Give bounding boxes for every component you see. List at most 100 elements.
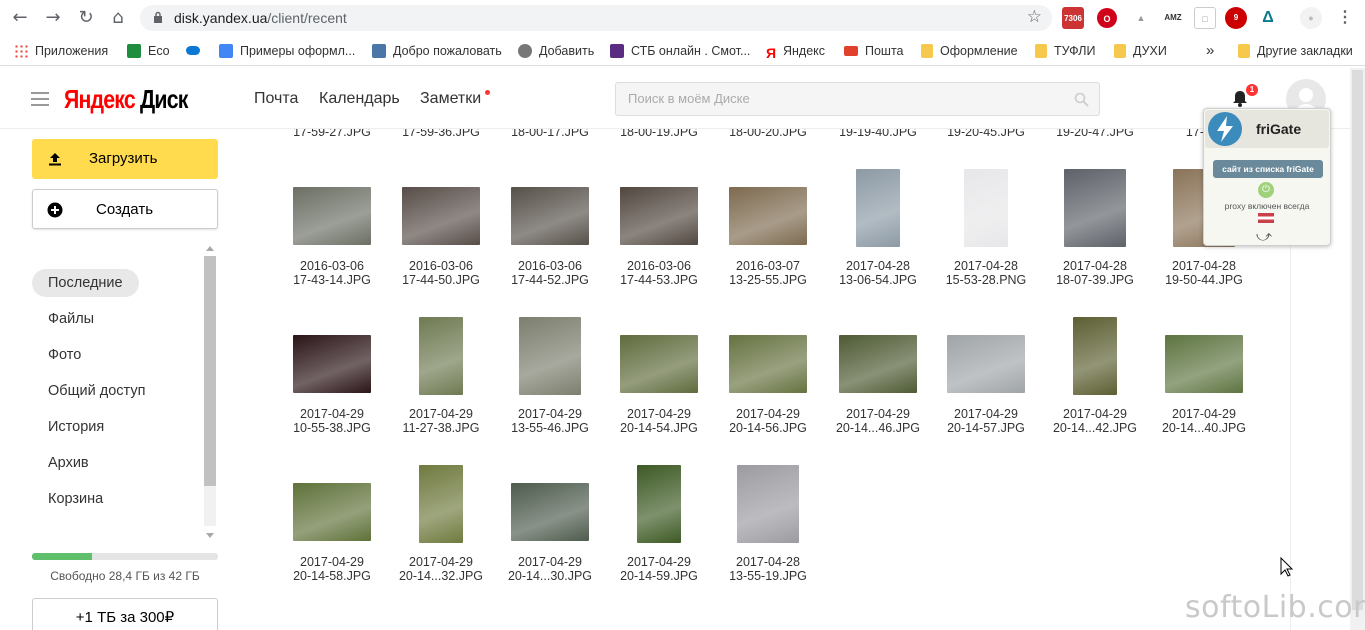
adblock-extension-icon[interactable]: 9 [1225, 7, 1247, 29]
file-item[interactable]: 2017-04-29 11-27-38.JPG [387, 407, 495, 435]
home-icon[interactable]: ⌂ [108, 8, 128, 28]
file-item[interactable]: 2017-04-29 20-14-56.JPG [714, 407, 822, 435]
nav-calendar-link[interactable]: Календарь [319, 90, 400, 108]
file-item[interactable]: 2017-04-29 20-14-54.JPG [605, 407, 713, 435]
file-thumbnail[interactable] [293, 335, 371, 393]
file-thumbnail[interactable] [1165, 335, 1243, 393]
sidebar-item-trash[interactable]: Корзина [32, 485, 119, 513]
address-bar[interactable]: disk.yandex.ua/client/recent ☆ [140, 5, 1052, 31]
file-item-partial[interactable]: 18-00-20.JPG [714, 129, 822, 139]
file-thumbnail[interactable] [419, 317, 463, 395]
file-item[interactable]: 2017-04-29 20-14-59.JPG [605, 555, 713, 583]
bookmark-docs[interactable]: Примеры оформл... [219, 42, 355, 60]
back-arrow-icon[interactable]: ← [10, 8, 30, 28]
file-item[interactable]: 2017-04-29 20-14-58.JPG [278, 555, 386, 583]
sidebar-item-shared[interactable]: Общий доступ [32, 377, 161, 405]
file-thumbnail[interactable] [856, 169, 900, 247]
file-item[interactable]: 2017-04-28 18-07-39.JPG [1041, 259, 1149, 287]
file-item[interactable]: 2016-03-06 17-44-52.JPG [496, 259, 604, 287]
file-item[interactable]: 2017-04-29 20-14-57.JPG [932, 407, 1040, 435]
upload-button[interactable]: Загрузить [32, 139, 218, 179]
promo-button[interactable]: +1 ТБ за 300₽ [32, 598, 218, 630]
search-input[interactable] [628, 91, 1068, 106]
yandex-disk-logo[interactable]: Яндекс Диск [64, 84, 188, 115]
file-item-partial[interactable]: 19-20-45.JPG [932, 129, 1040, 139]
file-thumbnail[interactable] [402, 187, 480, 245]
file-thumbnail[interactable] [637, 465, 681, 543]
file-thumbnail[interactable] [620, 335, 698, 393]
sidebar-item-files[interactable]: Файлы [32, 305, 110, 333]
sidebar-item-photo[interactable]: Фото [32, 341, 97, 369]
file-item[interactable]: 2016-03-06 17-44-53.JPG [605, 259, 713, 287]
search-box[interactable] [615, 82, 1100, 116]
file-thumbnail[interactable] [293, 187, 371, 245]
curved-arrow-icon[interactable]: ⤻ [1256, 227, 1272, 245]
file-thumbnail[interactable] [519, 317, 581, 395]
bookmark-other[interactable]: Другие закладки [1238, 42, 1353, 60]
file-thumbnail[interactable] [511, 187, 589, 245]
bookmark-mail[interactable]: Пошта [844, 42, 904, 60]
file-thumbnail[interactable] [729, 335, 807, 393]
page-extension-icon[interactable]: □ [1194, 7, 1216, 29]
bookmarks-overflow-button[interactable]: » [1206, 42, 1214, 60]
bookmark-folder-design[interactable]: Оформление [921, 42, 1018, 60]
profile-icon[interactable]: ● [1300, 7, 1322, 29]
file-thumbnail[interactable] [729, 187, 807, 245]
menu-dots-icon[interactable]: ⋮ [1334, 7, 1356, 29]
file-item[interactable]: 2017-04-29 13-55-46.JPG [496, 407, 604, 435]
power-icon[interactable]: ⏻ [1258, 182, 1274, 198]
bookmark-star-icon[interactable]: ☆ [1027, 7, 1042, 27]
file-item-partial[interactable]: 17-59-27.JPG [278, 129, 386, 139]
file-item[interactable]: 2017-04-29 10-55-38.JPG [278, 407, 386, 435]
file-item[interactable]: 2017-04-28 19-50-44.JPG [1150, 259, 1258, 287]
file-item[interactable]: 2017-04-28 15-53-28.PNG [932, 259, 1040, 287]
bookmark-apps[interactable]: Приложения [14, 42, 108, 60]
file-thumbnail[interactable] [511, 483, 589, 541]
nav-mail-link[interactable]: Почта [254, 90, 298, 108]
sidebar-item-recent[interactable]: Последние [32, 269, 139, 297]
file-item[interactable]: 2017-04-29 20-14...42.JPG [1041, 407, 1149, 435]
file-item-partial[interactable]: 19-20-47.JPG [1041, 129, 1149, 139]
bookmark-add[interactable]: Добавить [518, 42, 594, 60]
latvia-flag-icon[interactable] [1258, 213, 1274, 223]
file-thumbnail[interactable] [947, 335, 1025, 393]
file-thumbnail[interactable] [839, 335, 917, 393]
amz-extension-icon[interactable]: AMZ [1162, 7, 1184, 29]
bookmark-folder-shoes[interactable]: ТУФЛИ [1035, 42, 1095, 60]
bookmark-eco[interactable]: Eco [127, 42, 170, 60]
file-item-partial[interactable]: 18-00-17.JPG [496, 129, 604, 139]
file-thumbnail[interactable] [737, 465, 799, 543]
hamburger-menu-icon[interactable] [31, 92, 49, 106]
bookmark-onedrive[interactable] [186, 42, 207, 60]
search-icon[interactable] [1074, 92, 1089, 107]
bookmark-vk[interactable]: Добро пожаловать [372, 42, 502, 60]
file-item[interactable]: 2016-03-06 17-43-14.JPG [278, 259, 386, 287]
file-thumbnail[interactable] [419, 465, 463, 543]
file-thumbnail[interactable] [293, 483, 371, 541]
file-item[interactable]: 2017-04-29 20-14...46.JPG [824, 407, 932, 435]
file-thumbnail[interactable] [1073, 317, 1117, 395]
file-item[interactable]: 2017-04-29 20-14...30.JPG [496, 555, 604, 583]
delta-extension-icon[interactable]: Δ [1257, 7, 1279, 29]
file-thumbnail[interactable] [964, 169, 1008, 247]
file-item[interactable]: 2017-04-28 13-55-19.JPG [714, 555, 822, 583]
mail-extension-icon[interactable]: 7306 [1062, 7, 1084, 29]
forward-arrow-icon[interactable]: → [43, 8, 63, 28]
file-item[interactable]: 2017-04-28 13-06-54.JPG [824, 259, 932, 287]
file-item[interactable]: 2016-03-06 17-44-50.JPG [387, 259, 495, 287]
file-item-partial[interactable]: 17-59-36.JPG [387, 129, 495, 139]
sidebar-scrollbar[interactable] [203, 244, 217, 540]
file-thumbnail[interactable] [1064, 169, 1126, 247]
file-item-partial[interactable]: 19-19-40.JPG [824, 129, 932, 139]
page-scrollbar[interactable] [1350, 68, 1365, 630]
bookmark-yandex[interactable]: Я Яндекс [766, 42, 825, 60]
bookmark-folder-perfume[interactable]: ДУХИ [1114, 42, 1167, 60]
file-item-partial[interactable]: 18-00-19.JPG [605, 129, 713, 139]
reload-icon[interactable]: ↻ [76, 8, 96, 28]
sidebar-item-history[interactable]: История [32, 413, 120, 441]
nav-notes-link[interactable]: Заметки [420, 90, 481, 108]
file-item[interactable]: 2017-04-29 20-14...32.JPG [387, 555, 495, 583]
sidebar-item-archive[interactable]: Архив [32, 449, 105, 477]
create-button[interactable]: Создать [32, 189, 218, 229]
file-item[interactable]: 2016-03-07 13-25-55.JPG [714, 259, 822, 287]
